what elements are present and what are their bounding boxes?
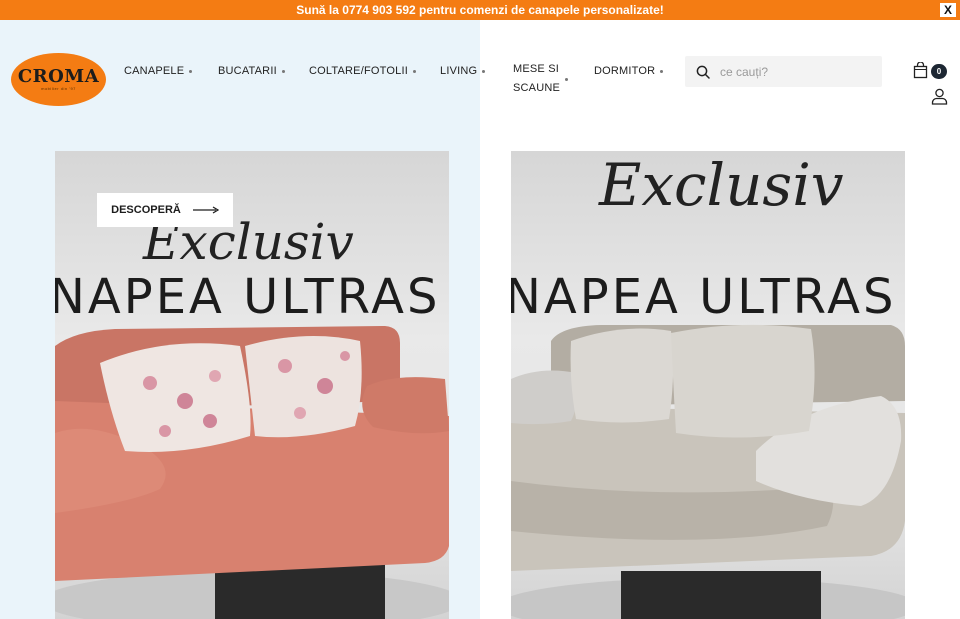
- nav-item-label: LIVING: [440, 65, 478, 77]
- cart-count-badge: 0: [931, 64, 947, 79]
- nav-item-mese-si-scaune[interactable]: MESE SI SCAUNE: [513, 60, 569, 98]
- nav-item-label-line1: MESE SI: [513, 63, 560, 75]
- arrow-right-icon: [192, 206, 219, 214]
- user-icon[interactable]: [931, 88, 948, 105]
- logo-tagline: mobilier din '97: [41, 86, 76, 91]
- nav-item-label: BUCATARII: [218, 65, 277, 77]
- dropdown-dot-icon: [412, 69, 416, 73]
- dropdown-dot-icon: [660, 69, 664, 73]
- logo-word: CROMA: [17, 66, 100, 87]
- close-announcement-button[interactable]: X: [940, 3, 956, 17]
- hero-slide-right[interactable]: Exclusiv NAPEA ULTRAS: [511, 151, 905, 619]
- site-logo[interactable]: CROMA mobilier din '97: [11, 53, 106, 106]
- nav-item-label-line2: SCAUNE: [513, 82, 561, 94]
- nav-item-canapele[interactable]: CANAPELE: [124, 65, 193, 77]
- announcement-text: Sună la 0774 903 592 pentru comenzi de c…: [296, 3, 664, 17]
- search-icon[interactable]: [696, 65, 710, 79]
- nav-item-coltare-fotolii[interactable]: COLTARE/FOTOLII: [309, 65, 416, 77]
- nav-item-label: COLTARE/FOTOLII: [309, 65, 408, 77]
- shopping-bag-icon[interactable]: [913, 62, 929, 79]
- announcement-bar: Sună la 0774 903 592 pentru comenzi de c…: [0, 0, 960, 20]
- sofa-image: [511, 324, 905, 619]
- discover-button[interactable]: DESCOPERĂ: [97, 193, 233, 227]
- search-box: [685, 56, 882, 87]
- dropdown-dot-icon: [565, 77, 569, 81]
- nav-item-living[interactable]: LIVING: [440, 65, 486, 77]
- search-input[interactable]: [720, 64, 870, 79]
- dropdown-dot-icon: [189, 69, 193, 73]
- discover-button-label: DESCOPERĂ: [111, 204, 181, 216]
- nav-item-dormitor[interactable]: DORMITOR: [594, 65, 664, 77]
- nav-item-bucatarii[interactable]: BUCATARII: [218, 65, 285, 77]
- nav-item-label: CANAPELE: [124, 65, 185, 77]
- dropdown-dot-icon: [281, 69, 285, 73]
- site-header: CROMA mobilier din '97 CANAPELE BUCATARI…: [0, 28, 960, 128]
- dropdown-dot-icon: [482, 69, 486, 73]
- nav-item-label: DORMITOR: [594, 65, 656, 77]
